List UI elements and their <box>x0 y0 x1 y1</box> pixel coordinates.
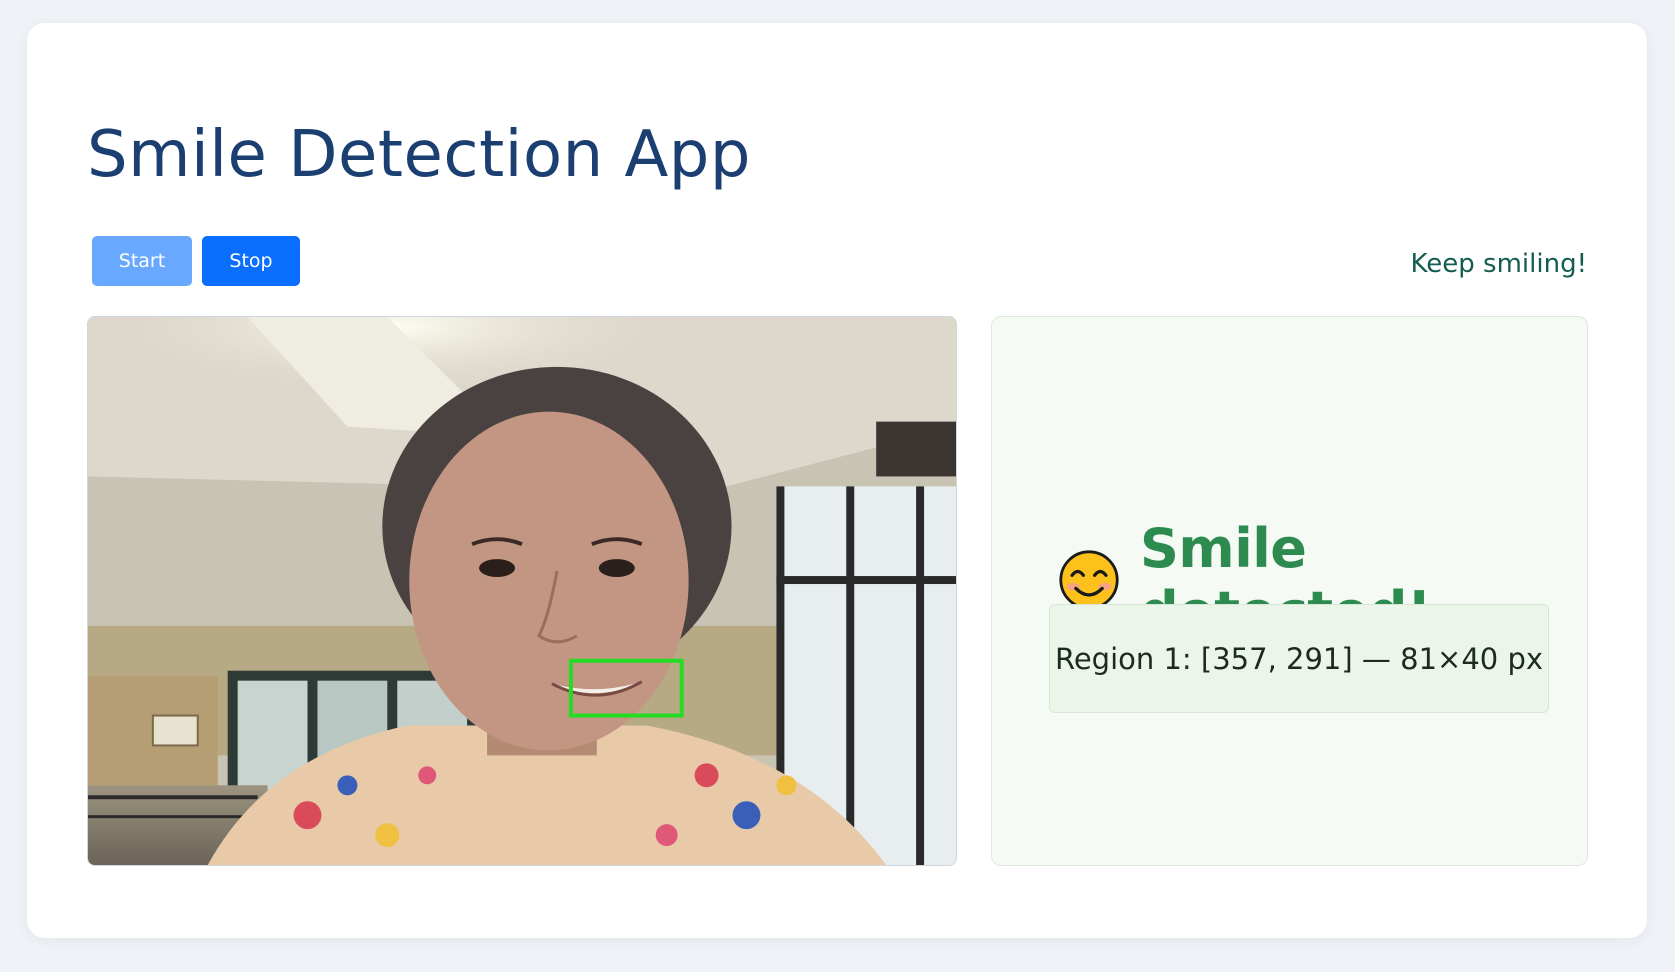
detection-result-panel: Smile detected! Region 1: [357, 291] — 8… <box>991 316 1588 866</box>
webcam-frame <box>88 317 956 865</box>
app-card: Smile Detection App Start Stop Keep smil… <box>27 23 1647 938</box>
webcam-feed <box>87 316 957 866</box>
region-list: Region 1: [357, 291] — 81×40 px <box>1049 604 1549 713</box>
stop-button[interactable]: Stop <box>202 236 300 286</box>
page-title: Smile Detection App <box>87 118 752 192</box>
status-message: Keep smiling! <box>1410 249 1587 279</box>
start-button[interactable]: Start <box>92 236 192 286</box>
region-item: Region 1: [357, 291] — 81×40 px <box>1054 641 1544 676</box>
